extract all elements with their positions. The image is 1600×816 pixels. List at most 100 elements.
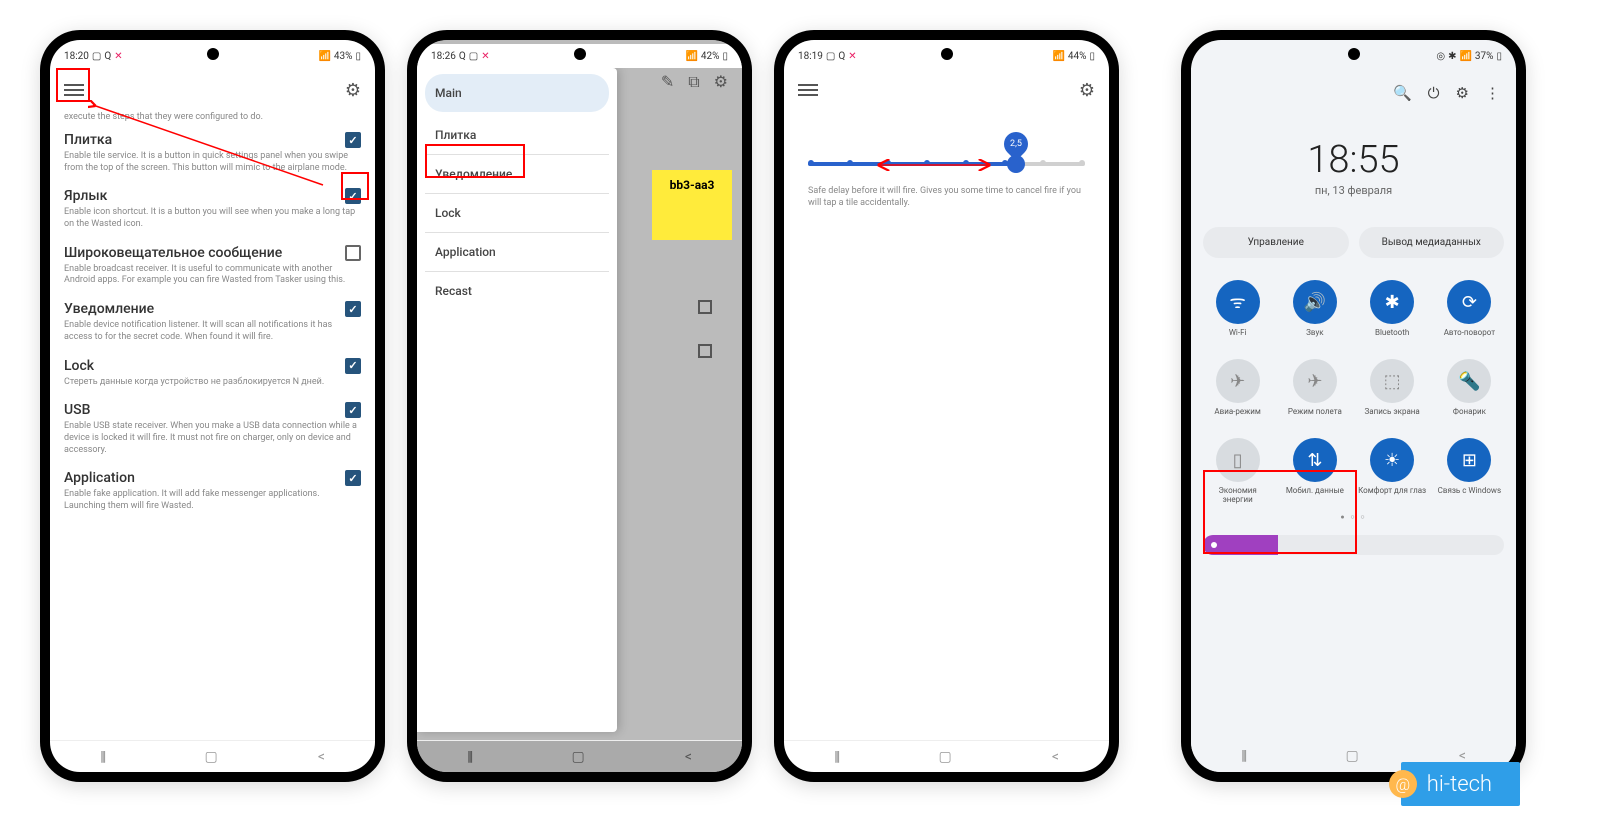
image-icon: ▢	[826, 51, 835, 62]
setting-item[interactable]: Application Enable fake application. It …	[64, 470, 361, 512]
qs-tile[interactable]: ᯤ Wi-Fi	[1203, 276, 1272, 351]
drawer-item[interactable]: Recast	[425, 272, 609, 310]
settings-list[interactable]: execute the steps that they were configu…	[50, 112, 375, 740]
battery-text: 44%	[1068, 51, 1087, 62]
qs-tile-label: Авто-поворот	[1444, 329, 1495, 347]
toolbar-icons-dimmed: ✎ ⧉ ⚙	[661, 72, 728, 92]
drawer-item[interactable]: Lock	[425, 194, 609, 233]
signal-icon: 📶	[1459, 51, 1471, 62]
setting-title: Широковещательное сообщение	[64, 245, 282, 261]
setting-item[interactable]: Lock Стереть данные когда устройство не …	[64, 358, 361, 389]
qs-tile[interactable]: ☀ Комфорт для глаз	[1358, 434, 1427, 509]
camera-hole	[207, 48, 219, 60]
qs-tile[interactable]: ✈ Режим полета	[1280, 355, 1349, 430]
qs-tile[interactable]: 🔦 Фонарик	[1435, 355, 1504, 430]
record-icon: ⬚	[1370, 359, 1414, 403]
phone-1: 18:20 ▢ Q ✕ 📶 43% ▯ ⚙ execute the steps …	[40, 30, 385, 782]
qs-tile-label: Wi-Fi	[1229, 329, 1247, 347]
more-icon[interactable]: ⋮	[1485, 84, 1500, 102]
signal-icon: 📶	[685, 51, 697, 62]
qs-tile-label: Фонарик	[1453, 408, 1486, 426]
battery-text: 37%	[1475, 51, 1494, 62]
setting-description: Enable icon shortcut. It is a button you…	[64, 207, 361, 230]
power-icon[interactable]: ⏻	[1428, 84, 1440, 102]
settings-icon[interactable]: ⚙	[714, 72, 728, 92]
close-icon: ✕	[114, 51, 122, 62]
setting-item[interactable]: Уведомление Enable device notification l…	[64, 301, 361, 343]
settings-button[interactable]: ⚙	[345, 80, 361, 101]
copy-icon[interactable]: ⧉	[688, 72, 699, 92]
setting-item[interactable]: USB Enable USB state receiver. When you …	[64, 402, 361, 456]
qs-tile[interactable]: 🔊 Звук	[1280, 276, 1349, 351]
plane-icon: ✈	[1216, 359, 1260, 403]
qs-tile[interactable]: ▯ Экономия энергии	[1203, 434, 1272, 509]
search-icon: Q	[104, 51, 111, 62]
drawer-item[interactable]: Main	[425, 74, 609, 112]
camera-hole	[574, 48, 586, 60]
delay-slider-area: 2,5 Safe delay before it will fire. Give…	[798, 112, 1095, 219]
nav-recent[interactable]: |||	[100, 749, 104, 765]
status-time: 18:19	[798, 51, 823, 62]
nav-recent[interactable]: |||	[467, 749, 471, 765]
data-icon: ⇅	[1293, 438, 1337, 482]
qs-tile[interactable]: ⊞ Связь с Windows	[1435, 434, 1504, 509]
arrow-annotation	[874, 155, 1024, 175]
battery-icon: ▯	[1216, 438, 1260, 482]
search-icon: Q	[459, 51, 466, 62]
qs-media-button[interactable]: Вывод медиаданных	[1359, 227, 1505, 258]
nav-home[interactable]: ▢	[938, 749, 951, 765]
qs-tile-label: Авиа-режим	[1214, 408, 1260, 426]
signal-icon: 📶	[318, 51, 330, 62]
setting-item[interactable]: Широковещательное сообщение Enable broad…	[64, 245, 361, 287]
checkbox[interactable]	[345, 402, 361, 418]
checkbox[interactable]	[345, 470, 361, 486]
settings-button[interactable]: ⚙	[1079, 80, 1095, 101]
nav-home[interactable]: ▢	[571, 749, 584, 765]
nav-recent[interactable]: |||	[1241, 748, 1245, 764]
checkbox[interactable]	[345, 358, 361, 374]
setting-description: Enable broadcast receiver. It is useful …	[64, 264, 361, 287]
menu-button[interactable]	[798, 81, 818, 99]
sound-icon: 🔊	[1293, 280, 1337, 324]
status-time: 18:20	[64, 51, 89, 62]
nav-home[interactable]: ▢	[204, 749, 217, 765]
qs-tile[interactable]: ✈ Авиа-режим	[1203, 355, 1272, 430]
search-icon[interactable]: 🔍	[1393, 84, 1412, 102]
edit-icon[interactable]: ✎	[661, 72, 674, 92]
close-icon: ✕	[481, 51, 489, 62]
qs-controls-button[interactable]: Управление	[1203, 227, 1349, 258]
qs-tile[interactable]: ⇅ Мобил. данные	[1280, 434, 1349, 509]
brightness-slider[interactable]	[1203, 535, 1504, 555]
signal-icon: 📶	[1052, 51, 1064, 62]
app-bar: ⚙	[784, 68, 1109, 112]
checkbox[interactable]	[345, 245, 361, 261]
battery-text: 43%	[334, 51, 353, 62]
menu-button[interactable]	[64, 81, 84, 99]
checkbox[interactable]	[345, 188, 361, 204]
watermark-logo-icon: @	[1389, 770, 1417, 798]
nav-recent[interactable]: |||	[834, 749, 838, 765]
checkbox[interactable]	[345, 301, 361, 317]
nav-back[interactable]: <	[685, 749, 692, 765]
drawer-item[interactable]: Плитка	[425, 116, 609, 155]
setting-item[interactable]: Ярлык Enable icon shortcut. It is a butt…	[64, 188, 361, 230]
plane-icon: ✈	[1293, 359, 1337, 403]
qs-header-icons: 🔍 ⏻ ⚙ ⋮	[1203, 78, 1504, 118]
battery-icon: ▯	[1496, 51, 1502, 62]
setting-title: Уведомление	[64, 301, 154, 317]
qs-tile[interactable]: ✱ Bluetooth	[1358, 276, 1427, 351]
slider-description: Safe delay before it will fire. Gives yo…	[808, 186, 1085, 209]
search-icon: Q	[838, 51, 845, 62]
qs-tile[interactable]: ⬚ Запись экрана	[1358, 355, 1427, 430]
nav-back[interactable]: <	[318, 749, 325, 765]
nav-home[interactable]: ▢	[1345, 748, 1358, 764]
drawer-item[interactable]: Уведомление	[425, 155, 609, 194]
nav-back[interactable]: <	[1052, 749, 1059, 765]
checkbox[interactable]	[345, 132, 361, 148]
qs-tile[interactable]: ⟳ Авто-поворот	[1435, 276, 1504, 351]
qs-tile-label: Запись экрана	[1364, 408, 1419, 426]
nav-bar: ||| ▢ <	[784, 740, 1109, 772]
drawer-item[interactable]: Application	[425, 233, 609, 272]
wifi-icon: ᯤ	[1216, 280, 1260, 324]
settings-icon[interactable]: ⚙	[1456, 84, 1469, 102]
